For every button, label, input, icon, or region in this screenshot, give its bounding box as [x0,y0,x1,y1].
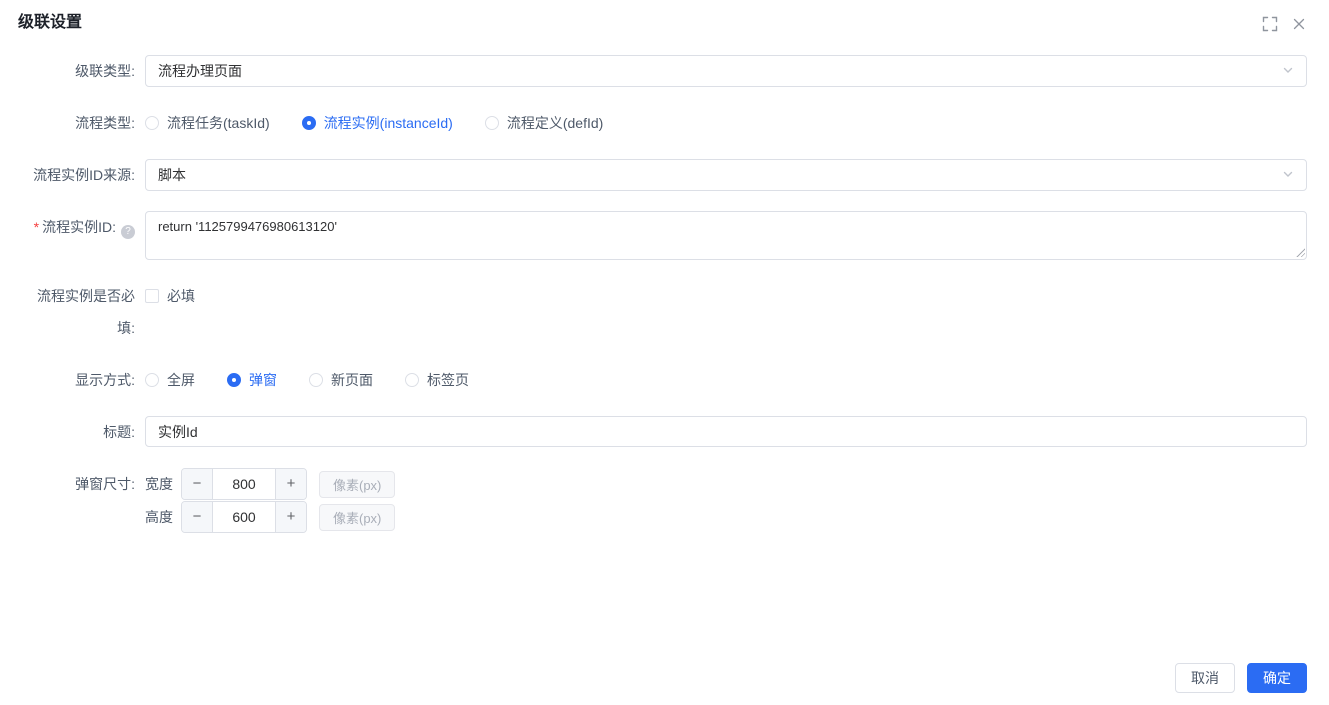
height-stepper: − + [181,501,307,533]
field-cascade-type: 级联类型: 流程办理页面 [0,55,1329,87]
width-stepper: − + [181,468,307,500]
radio-fullscreen[interactable]: 全屏 [145,370,195,390]
radio-icon [145,373,159,387]
instance-id-source-label: 流程实例ID来源: [33,167,135,183]
radio-popup[interactable]: 弹窗 [227,370,277,390]
cascade-type-label: 级联类型: [75,63,135,79]
instance-required-label: 流程实例是否必填: [37,288,135,336]
chevron-down-icon [1282,167,1294,183]
radio-icon [405,373,419,387]
field-process-type: 流程类型: 流程任务(taskId) 流程实例(instanceId) 流程定义… [0,107,1329,139]
display-mode-label: 显示方式: [75,372,135,388]
field-instance-id: * 流程实例ID:? return '1125799476980613120' [0,211,1329,260]
title-label: 标题: [103,424,135,440]
radio-icon [484,116,499,130]
dialog-title: 级联设置 [18,14,83,31]
help-icon[interactable]: ? [121,225,135,239]
process-type-radio-group: 流程任务(taskId) 流程实例(instanceId) 流程定义(defId… [145,107,1307,139]
radio-process-definition[interactable]: 流程定义(defId) [484,113,603,133]
width-decrease-button[interactable]: − [182,469,213,499]
popup-width-row: 宽度 − + 像素(px) [145,468,1307,500]
radio-icon [301,116,316,130]
popup-size-label: 弹窗尺寸: [75,476,135,492]
radio-new-page[interactable]: 新页面 [309,370,373,390]
field-instance-required: 流程实例是否必填: 必填 [0,280,1329,344]
display-mode-radio-group: 全屏 弹窗 新页面 标签页 [145,364,1307,396]
radio-icon [145,116,159,130]
chevron-down-icon [1282,63,1294,79]
confirm-button[interactable]: 确定 [1247,663,1307,693]
cascade-type-select[interactable]: 流程办理页面 [145,55,1307,87]
instance-required-checkbox-row[interactable]: 必填 [145,280,1307,312]
width-input[interactable] [213,469,275,499]
title-input[interactable] [145,416,1307,447]
field-display-mode: 显示方式: 全屏 弹窗 新页面 标签页 [0,364,1329,396]
radio-tab-page[interactable]: 标签页 [405,370,469,390]
close-icon[interactable] [1291,16,1307,32]
radio-process-task[interactable]: 流程任务(taskId) [145,113,270,133]
popup-height-row: 高度 − + 像素(px) [145,501,1307,533]
checkbox-label: 必填 [167,288,195,304]
radio-process-instance[interactable]: 流程实例(instanceId) [301,113,453,133]
cancel-button[interactable]: 取消 [1175,663,1235,693]
height-unit-button[interactable]: 像素(px) [319,503,396,531]
required-mark: * [33,219,40,235]
field-instance-id-source: 流程实例ID来源: 脚本 [0,159,1329,191]
cascade-type-value: 流程办理页面 [158,63,242,79]
width-increase-button[interactable]: + [275,469,306,499]
dialog-header: 级联设置 [0,0,1329,34]
width-label: 宽度 [145,476,173,492]
height-label: 高度 [145,509,173,525]
dialog-footer: 取消 确定 [1175,663,1307,693]
radio-icon [309,373,323,387]
height-increase-button[interactable]: + [275,502,306,532]
process-type-label: 流程类型: [75,115,135,131]
instance-id-script-textarea[interactable]: return '1125799476980613120' [145,211,1307,260]
fullscreen-icon[interactable] [1262,16,1278,32]
field-title: 标题: [0,416,1329,448]
radio-icon [227,373,241,387]
instance-id-source-value: 脚本 [158,167,186,183]
width-unit-button[interactable]: 像素(px) [319,470,396,498]
height-decrease-button[interactable]: − [182,502,213,532]
instance-id-label: * 流程实例ID:? [0,211,135,243]
checkbox-icon[interactable] [145,289,159,303]
instance-id-source-select[interactable]: 脚本 [145,159,1307,191]
window-controls [1262,12,1311,32]
field-popup-size: 弹窗尺寸: 宽度 − + 像素(px) 高度 − + 像素(px) [0,468,1329,533]
cascade-settings-form: 级联类型: 流程办理页面 流程类型: 流程任务(taskId) 流程实例(ins… [0,34,1329,533]
height-input[interactable] [213,502,275,532]
